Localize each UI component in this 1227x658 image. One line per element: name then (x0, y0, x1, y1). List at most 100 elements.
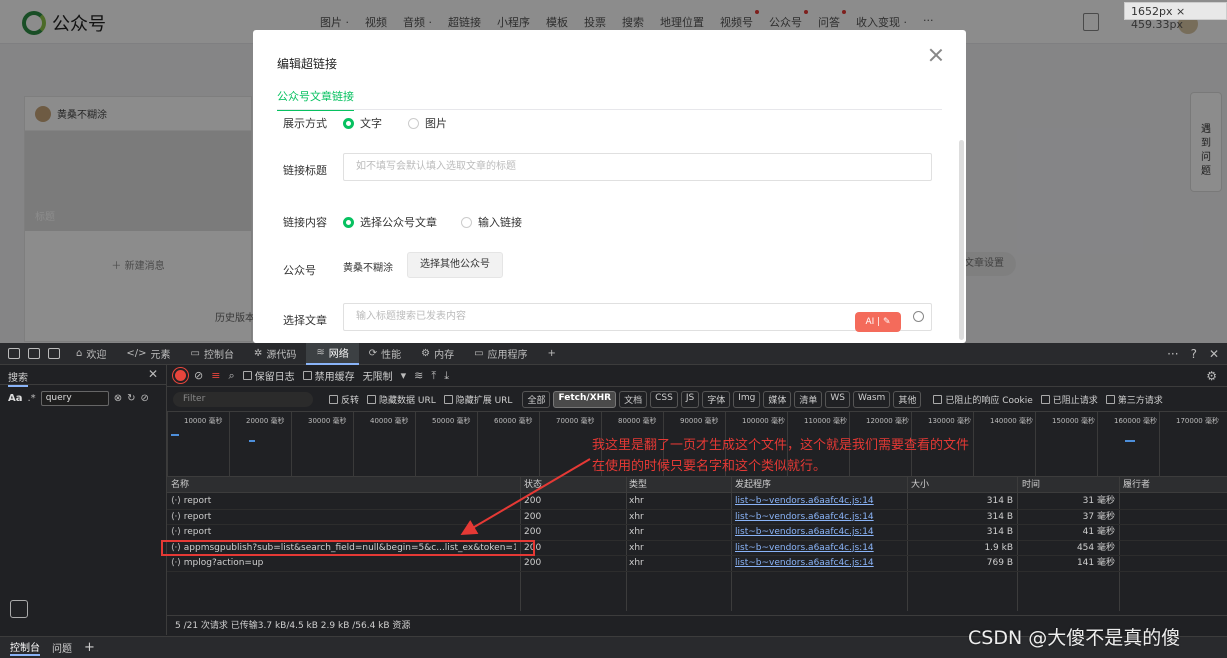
inspect-icon[interactable] (8, 348, 20, 359)
close-icon[interactable] (929, 48, 943, 62)
upload-icon[interactable]: ⤒ (431, 369, 436, 383)
refresh-icon[interactable]: ↻ (127, 393, 135, 404)
column-header[interactable]: 名称 (171, 478, 189, 493)
column-header[interactable]: 发起程序 (735, 478, 771, 493)
request-initiator-link[interactable]: list~b~vendors.a6aafc4c.js:14 (735, 494, 874, 509)
dialog-title: 编辑超链接 (277, 57, 338, 71)
search-tab-label[interactable]: 搜索 (8, 369, 28, 387)
devtools-tab[interactable]: ⟳ 性能 (359, 343, 411, 365)
pick-other-account-button[interactable]: 选择其他公众号 (407, 252, 503, 278)
filter-type-button[interactable]: Img (733, 390, 761, 408)
close-devtools-icon[interactable]: ✕ (1209, 347, 1219, 361)
devtools-tab[interactable]: ⚙ 内存 (411, 343, 464, 365)
request-name[interactable]: ⟨·⟩ mplog?action=up (171, 556, 516, 571)
drawer-add-tab[interactable]: + (84, 640, 95, 655)
column-header[interactable]: 时间 (1022, 478, 1040, 493)
filter-checkbox[interactable]: 隐藏数据 URL (367, 393, 436, 406)
screencast-icon[interactable] (10, 600, 28, 618)
devtools-tab[interactable]: ▭ 应用程序 (464, 343, 537, 365)
request-initiator-link[interactable]: list~b~vendors.a6aafc4c.js:14 (735, 510, 874, 525)
request-initiator-link[interactable]: list~b~vendors.a6aafc4c.js:14 (735, 556, 874, 571)
search-icon[interactable] (913, 311, 924, 322)
filter-type-button[interactable]: 文档 (619, 390, 648, 408)
filter-checkbox[interactable]: 已阻止的响应 Cookie (933, 393, 1033, 406)
regex-toggle[interactable]: .* (28, 393, 36, 404)
devtools-tab[interactable]: ⌂ 欢迎 (66, 343, 116, 365)
devtools-tab[interactable]: ▭ 控制台 (181, 343, 244, 365)
radio-input-link[interactable]: 输入链接 (461, 214, 522, 230)
clear-search-icon[interactable]: ⊗ (114, 393, 122, 404)
table-row[interactable]: ⟨·⟩ mplog?action=up 200 xhr list~b~vendors.… (167, 556, 1227, 572)
table-row[interactable]: ⟨·⟩ report 200 xhr list~b~vendors.a6aafc4c.… (167, 494, 1227, 510)
record-icon[interactable] (175, 370, 186, 381)
filter-type-button[interactable]: 清单 (794, 390, 823, 408)
filter-type-button[interactable]: 字体 (702, 390, 731, 408)
search-panel: 搜索 ✕ Aa .* query ⊗ ↻ ⊘ (0, 365, 167, 635)
devtools-tab[interactable]: ≋ 网络 (306, 342, 359, 365)
chevron-down-icon[interactable]: ▾ (401, 369, 407, 382)
tab-icon: ✲ (253, 348, 263, 359)
checkbox-icon (302, 371, 312, 380)
help-icon[interactable]: ? (1191, 347, 1197, 361)
preserve-log-checkbox[interactable]: 保留日志 (242, 368, 295, 383)
filter-type-button[interactable]: Fetch/XHR (553, 390, 617, 408)
match-case-toggle[interactable]: Aa (8, 393, 23, 404)
filter-type-button[interactable]: JS (680, 390, 700, 408)
filter-type-button[interactable]: 全部 (522, 390, 551, 408)
column-header[interactable]: 大小 (911, 478, 929, 493)
devtools-tab[interactable]: ✲ 源代码 (244, 343, 306, 365)
link-title-input[interactable]: 如不填写会默认填入选取文章的标题 (343, 153, 932, 181)
filter-checkbox[interactable]: 已阻止请求 (1040, 393, 1098, 406)
timeline-tick: 50000 毫秒 (415, 412, 471, 478)
ai-assist-badge[interactable]: AI | ✎ (855, 312, 901, 332)
filter-type-button[interactable]: 其他 (893, 390, 922, 408)
drawer-tab-issues[interactable]: 问题 (52, 640, 72, 655)
radio-image[interactable]: 图片 (408, 115, 447, 131)
disable-cache-checkbox[interactable]: 禁用缓存 (302, 368, 355, 383)
filter-checkbox[interactable]: 反转 (329, 393, 359, 406)
table-row[interactable]: ⟨·⟩ report 200 xhr list~b~vendors.a6aafc4c.… (167, 510, 1227, 525)
filter-type-button[interactable]: 媒体 (763, 390, 792, 408)
throttle-select[interactable]: 无限制 (363, 368, 393, 383)
search-query-input[interactable]: query (40, 390, 109, 406)
column-header[interactable]: 类型 (629, 478, 647, 493)
request-initiator-link[interactable]: list~b~vendors.a6aafc4c.js:14 (735, 541, 874, 556)
radio-choose-article-label: 选择公众号文章 (360, 216, 437, 229)
dialog-scrollbar[interactable] (959, 140, 964, 340)
close-search-icon[interactable]: ✕ (148, 367, 158, 381)
radio-text[interactable]: 文字 (343, 115, 382, 131)
table-row[interactable]: ⟨·⟩ report 200 xhr list~b~vendors.a6aafc4c.… (167, 525, 1227, 541)
devtools-tab[interactable]: </> 元素 (116, 343, 180, 365)
filter-types: 全部 Fetch/XHR 文档 CSS JS 字体 Img 媒体 清单 WS Wasm 其他 (522, 390, 922, 408)
dock-icon[interactable] (48, 348, 60, 359)
radio-choose-article[interactable]: 选择公众号文章 (343, 214, 437, 230)
search-network-icon[interactable]: ⌕ (228, 369, 234, 383)
drawer-tab-console[interactable]: 控制台 (10, 639, 40, 656)
tab-icon: ⚙ (421, 348, 431, 359)
filter-type-button[interactable]: WS (825, 390, 851, 408)
filter-checkbox[interactable]: 隐藏扩展 URL (443, 393, 512, 406)
timeline-tick: 170000 毫秒 (1159, 412, 1219, 478)
xhr-icon: ⟨·⟩ (171, 527, 184, 537)
xhr-icon: ⟨·⟩ (171, 558, 184, 568)
filter-type-button[interactable]: Wasm (853, 390, 891, 408)
filter-checkbox-label: 隐藏数据 URL (379, 395, 436, 406)
filter-input[interactable]: Filter (173, 391, 313, 407)
clear-icon[interactable]: ⊘ (194, 369, 203, 382)
download-icon[interactable]: ⤓ (444, 369, 449, 383)
devtools-tab[interactable]: + (538, 343, 566, 365)
tab-label: 元素 (150, 350, 171, 361)
gear-icon[interactable]: ⚙ (1206, 369, 1217, 383)
filter-checkbox[interactable]: 第三方请求 (1105, 393, 1163, 406)
device-toggle-icon[interactable] (28, 348, 40, 359)
request-initiator-link[interactable]: list~b~vendors.a6aafc4c.js:14 (735, 525, 874, 540)
more-icon[interactable]: ··· (1167, 347, 1178, 361)
article-search-input[interactable]: 输入标题搜索已发表内容 (343, 303, 932, 331)
cancel-search-icon[interactable]: ⊘ (140, 393, 148, 404)
filter-icon[interactable]: ≡ (211, 369, 220, 382)
checkbox-icon (367, 394, 377, 404)
column-header[interactable]: 履行者 (1123, 478, 1150, 493)
tab-article-link[interactable]: 公众号文章链接 (277, 88, 354, 111)
filter-type-button[interactable]: CSS (650, 390, 678, 408)
wifi-icon[interactable]: ≋ (414, 369, 423, 382)
